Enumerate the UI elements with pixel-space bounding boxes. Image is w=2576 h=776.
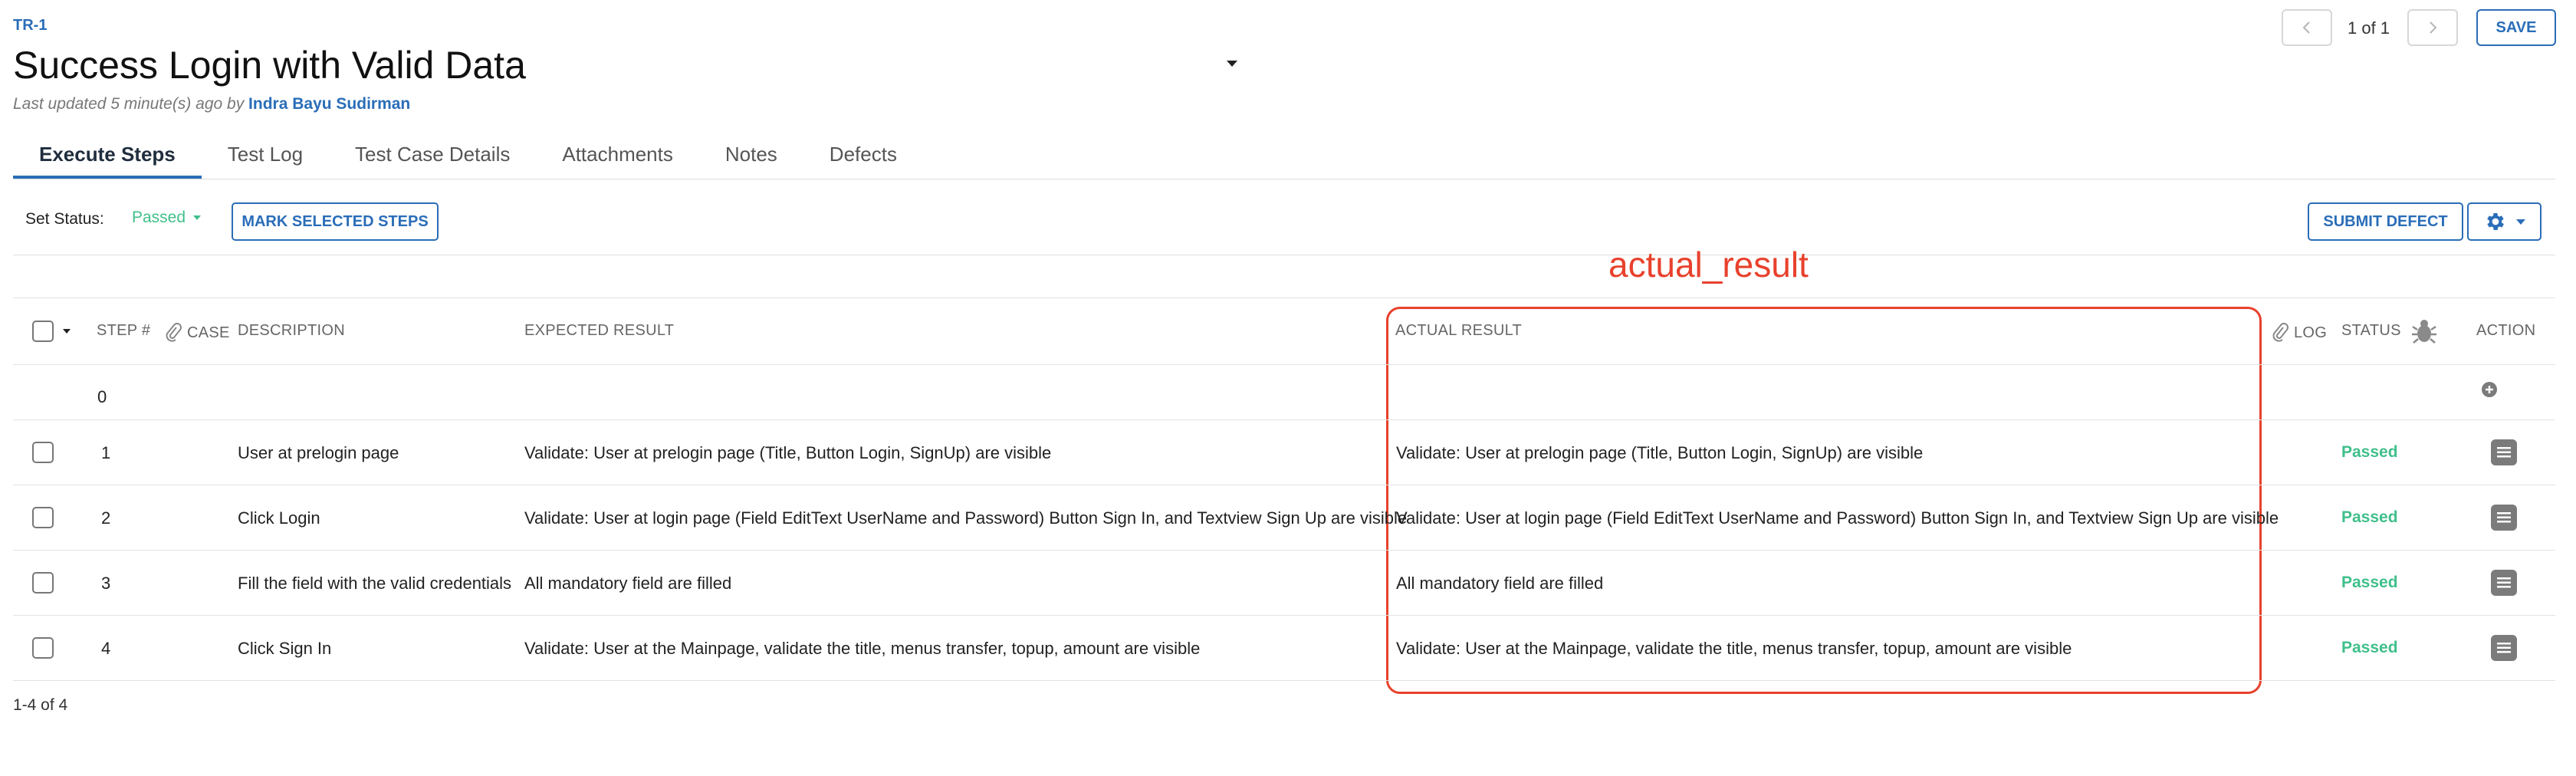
- row-status[interactable]: Passed: [2341, 508, 2398, 527]
- title-dropdown-caret-icon[interactable]: [1227, 61, 1237, 67]
- previous-page-button[interactable]: [2282, 9, 2332, 46]
- row-actual-result[interactable]: Validate: User at prelogin page (Title, …: [1396, 443, 1923, 463]
- row-expected-result: Validate: User at login page (Field Edit…: [524, 508, 1408, 528]
- page-title: Success Login with Valid Data: [13, 44, 526, 87]
- last-updated-meta: Last updated 5 minute(s) ago by Indra Ba…: [13, 95, 410, 113]
- chevron-down-icon: [193, 215, 202, 220]
- set-status-label: Set Status:: [25, 210, 104, 228]
- header-action: ACTION: [2476, 322, 2536, 339]
- header-actual-result[interactable]: ACTUAL RESULT: [1395, 322, 1522, 340]
- annotation-label: actual_result: [1608, 245, 1809, 284]
- bug-icon: [2412, 320, 2436, 344]
- row-step: 2: [101, 508, 111, 528]
- row-step: 4: [101, 639, 111, 658]
- test-run-id[interactable]: TR-1: [13, 17, 47, 35]
- step-zero: 0: [97, 387, 107, 406]
- header-expected-result[interactable]: EXPECTED RESULT: [524, 322, 674, 340]
- row-divider: [13, 550, 2555, 551]
- header-description[interactable]: DESCRIPTION: [238, 322, 345, 340]
- set-status-dropdown[interactable]: Passed: [132, 209, 202, 227]
- row-select-checkbox[interactable]: [32, 637, 54, 659]
- menu-icon: [2497, 643, 2511, 653]
- last-updated-text: Last updated 5 minute(s) ago by: [13, 95, 245, 113]
- row-expected-result: Validate: User at the Mainpage, validate…: [524, 639, 1201, 658]
- row-action-button[interactable]: [2491, 505, 2517, 531]
- row-divider: [13, 419, 2555, 420]
- menu-icon: [2497, 577, 2511, 588]
- select-all-checkbox[interactable]: [32, 321, 54, 342]
- row-expected-result: Validate: User at prelogin page (Title, …: [524, 443, 1052, 462]
- chevron-left-icon: [2302, 21, 2310, 34]
- row-select-checkbox[interactable]: [32, 507, 54, 528]
- menu-icon: [2497, 447, 2511, 458]
- add-step-button[interactable]: [2480, 380, 2499, 403]
- row-status[interactable]: Passed: [2341, 639, 2398, 657]
- submit-defect-button[interactable]: SUBMIT DEFECT: [2308, 202, 2463, 241]
- row-status[interactable]: Passed: [2341, 574, 2398, 592]
- row-action-button[interactable]: [2491, 439, 2517, 465]
- row-step: 3: [101, 574, 111, 593]
- row-description: Fill the field with the valid credential…: [238, 574, 512, 593]
- row-expected-result: All mandatory field are filled: [524, 574, 732, 593]
- save-button[interactable]: SAVE: [2476, 9, 2556, 46]
- header-status[interactable]: STATUS: [2341, 322, 2401, 340]
- chevron-down-icon: [2515, 219, 2525, 225]
- mark-selected-steps-button[interactable]: MARK SELECTED STEPS: [232, 202, 439, 241]
- header-step[interactable]: STEP #: [97, 322, 150, 340]
- tab-test-log[interactable]: Test Log: [202, 136, 329, 179]
- tab-execute-steps[interactable]: Execute Steps: [13, 136, 202, 179]
- author-link[interactable]: Indra Bayu Sudirman: [248, 95, 410, 113]
- tab-attachments[interactable]: Attachments: [536, 136, 699, 179]
- gear-icon: [2486, 213, 2504, 230]
- menu-icon: [2497, 512, 2511, 523]
- tab-defects[interactable]: Defects: [803, 136, 923, 179]
- chevron-down-icon[interactable]: [63, 329, 71, 334]
- row-actual-result[interactable]: All mandatory field are filled: [1396, 574, 1603, 594]
- tab-notes[interactable]: Notes: [699, 136, 803, 179]
- header-log-label: LOG: [2294, 324, 2328, 341]
- row-divider: [13, 680, 2555, 681]
- row-actual-result[interactable]: Validate: User at login page (Field Edit…: [1396, 508, 2279, 528]
- row-select-checkbox[interactable]: [32, 572, 54, 594]
- row-description: Click Login: [238, 508, 320, 528]
- pager-indicator: 1 of 1: [2348, 18, 2390, 38]
- header-defects: [2411, 317, 2437, 345]
- row-status[interactable]: Passed: [2341, 443, 2398, 462]
- header-log[interactable]: LOG: [2271, 322, 2327, 344]
- row-select-checkbox[interactable]: [32, 442, 54, 463]
- next-page-button[interactable]: [2407, 9, 2458, 46]
- row-count: 1-4 of 4: [13, 696, 68, 714]
- header-case[interactable]: CASE: [164, 322, 230, 344]
- tab-test-case-details[interactable]: Test Case Details: [329, 136, 536, 179]
- row-action-button[interactable]: [2491, 635, 2517, 661]
- select-all-control[interactable]: [32, 321, 71, 342]
- paperclip-icon: [166, 323, 182, 342]
- settings-menu-button[interactable]: [2467, 202, 2542, 241]
- row-action-button[interactable]: [2491, 570, 2517, 596]
- tab-bar: Execute Steps Test Log Test Case Details…: [13, 136, 923, 179]
- status-dropdown-value: Passed: [132, 209, 186, 226]
- plus-circle-icon: [2482, 382, 2497, 397]
- row-description: Click Sign In: [238, 639, 332, 658]
- row-divider: [13, 615, 2555, 616]
- chevron-right-icon: [2430, 21, 2437, 34]
- header-case-label: CASE: [187, 324, 230, 341]
- header-divider: [13, 364, 2555, 365]
- row-description: User at prelogin page: [238, 443, 399, 462]
- paperclip-icon: [2272, 323, 2288, 342]
- row-actual-result[interactable]: Validate: User at the Mainpage, validate…: [1396, 639, 2072, 659]
- row-step: 1: [101, 443, 111, 462]
